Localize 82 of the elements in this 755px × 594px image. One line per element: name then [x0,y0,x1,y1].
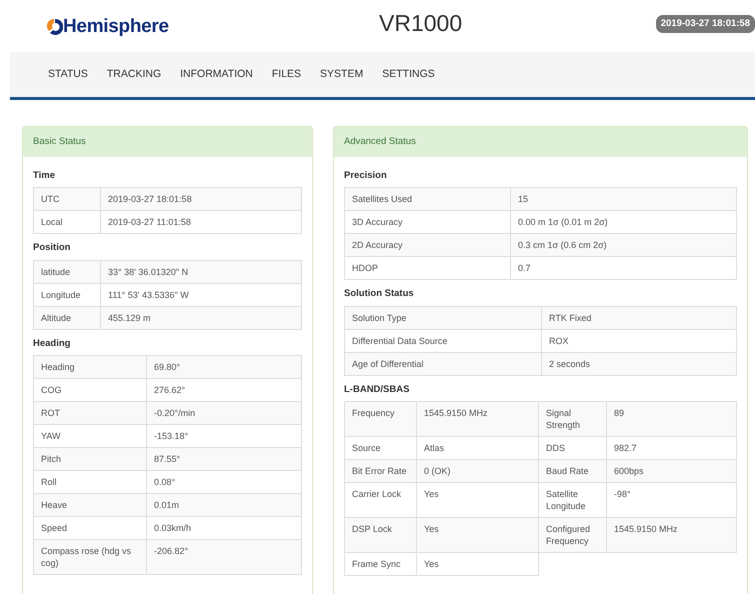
field-label: 2D Accuracy [344,234,510,257]
page-title: VR1000 [379,9,462,38]
field-label: Heave [34,493,146,516]
nav-link[interactable]: STATUS [48,66,88,82]
field-value: Yes [416,517,538,552]
field-value: Atlas [416,436,538,460]
field-label: ROT [34,401,146,424]
field-label: Satellites Used [344,188,510,211]
field-label: Bit Error Rate [344,459,416,482]
field-value: 0.7 [510,256,736,280]
field-label: DDS [538,436,606,460]
field-label: Pitch [34,447,146,470]
field-value: 2 seconds [542,352,736,375]
field-label: Source [344,436,416,460]
field-label: Age of Differential [344,352,542,375]
field-label: Frequency [344,401,416,436]
nav-link[interactable]: SYSTEM [320,66,364,82]
field-label: Carrier Lock [344,482,416,518]
nav-link[interactable]: INFORMATION [180,66,253,82]
field-value: 2019-03-27 18:01:58 [100,188,302,211]
field-label: Satellite Longitude [538,482,606,518]
field-value: 982.7 [606,436,736,460]
field-label: HDOP [344,256,510,280]
field-value: 0.08° [146,470,302,494]
field-label: latitude [34,260,100,283]
section-title: Heading [33,336,72,350]
logo-icon [47,18,63,36]
field-label: DSP Lock [344,517,416,552]
field-value: 15 [510,188,736,211]
nav-link[interactable]: TRACKING [106,66,162,82]
field-value: 111° 53' 43.5336" W [100,283,302,306]
field-value: -206.82° [146,539,302,574]
section-title: Solution Status [344,287,415,302]
field-value: 0.3 cm 1σ (0.6 cm 2σ) [510,234,736,257]
field-value: 455.129 m [100,306,302,329]
field-label: 3D Accuracy [344,210,510,234]
panel-header: Advanced Status [334,127,747,157]
field-label: YAW [34,424,146,448]
field-value: 1545.9150 MHz [606,517,736,552]
field-label: UTC [34,188,100,211]
field-value: 33° 38' 36.01320" N [100,260,302,283]
field-value: 89 [606,401,736,436]
field-label: Longitude [34,283,100,306]
logo: Hemisphere [63,14,169,39]
field-label: Speed [34,516,146,540]
timestamp-badge: 2019-03-27 18:01:58 [656,15,755,34]
field-value: -153.18° [146,424,302,448]
section-title: Time [33,169,56,183]
field-label: Local [34,210,100,234]
field-value: 0.03km/h [146,516,302,540]
nav-link[interactable]: FILES [272,66,302,82]
field-label: Altitude [34,306,100,329]
section-title: Precision [344,169,388,183]
field-label: Compass rose (hdg vs cog) [34,539,146,574]
field-value: 0.01m [146,493,302,516]
field-label: Configured Frequency [538,517,606,552]
field-value: 69.80° [146,355,302,378]
field-label: Frame Sync [344,552,416,576]
field-value: 0.00 m 1σ (0.01 m 2σ) [510,210,736,234]
field-label: Signal Strength [538,401,606,436]
field-value: 600bps [606,459,736,482]
section-title: L-BAND/SBAS [344,382,410,396]
nav-link[interactable]: SETTINGS [382,66,435,82]
field-label: Roll [34,470,146,494]
field-value: Yes [416,552,538,576]
field-label: COG [34,378,146,402]
section-title: Position [33,241,72,256]
field-value: 276.62° [146,378,302,402]
panel-header: Basic Status [23,127,312,157]
field-value: -98° [606,482,736,518]
field-value: ROX [542,329,736,352]
field-value: Yes [416,482,538,518]
field-label: Baud Rate [538,459,606,482]
field-value: 2019-03-27 11:01:58 [100,210,302,234]
field-value: RTK Fixed [542,306,736,329]
field-value: -0.20°/min [146,401,302,424]
field-value: 1545.9150 MHz [416,401,538,436]
field-value: 0 (OK) [416,459,538,482]
field-label: Heading [34,355,146,378]
field-value: 87.55° [146,447,302,470]
field-label: Solution Type [344,306,542,329]
field-label: Differential Data Source [344,329,542,352]
